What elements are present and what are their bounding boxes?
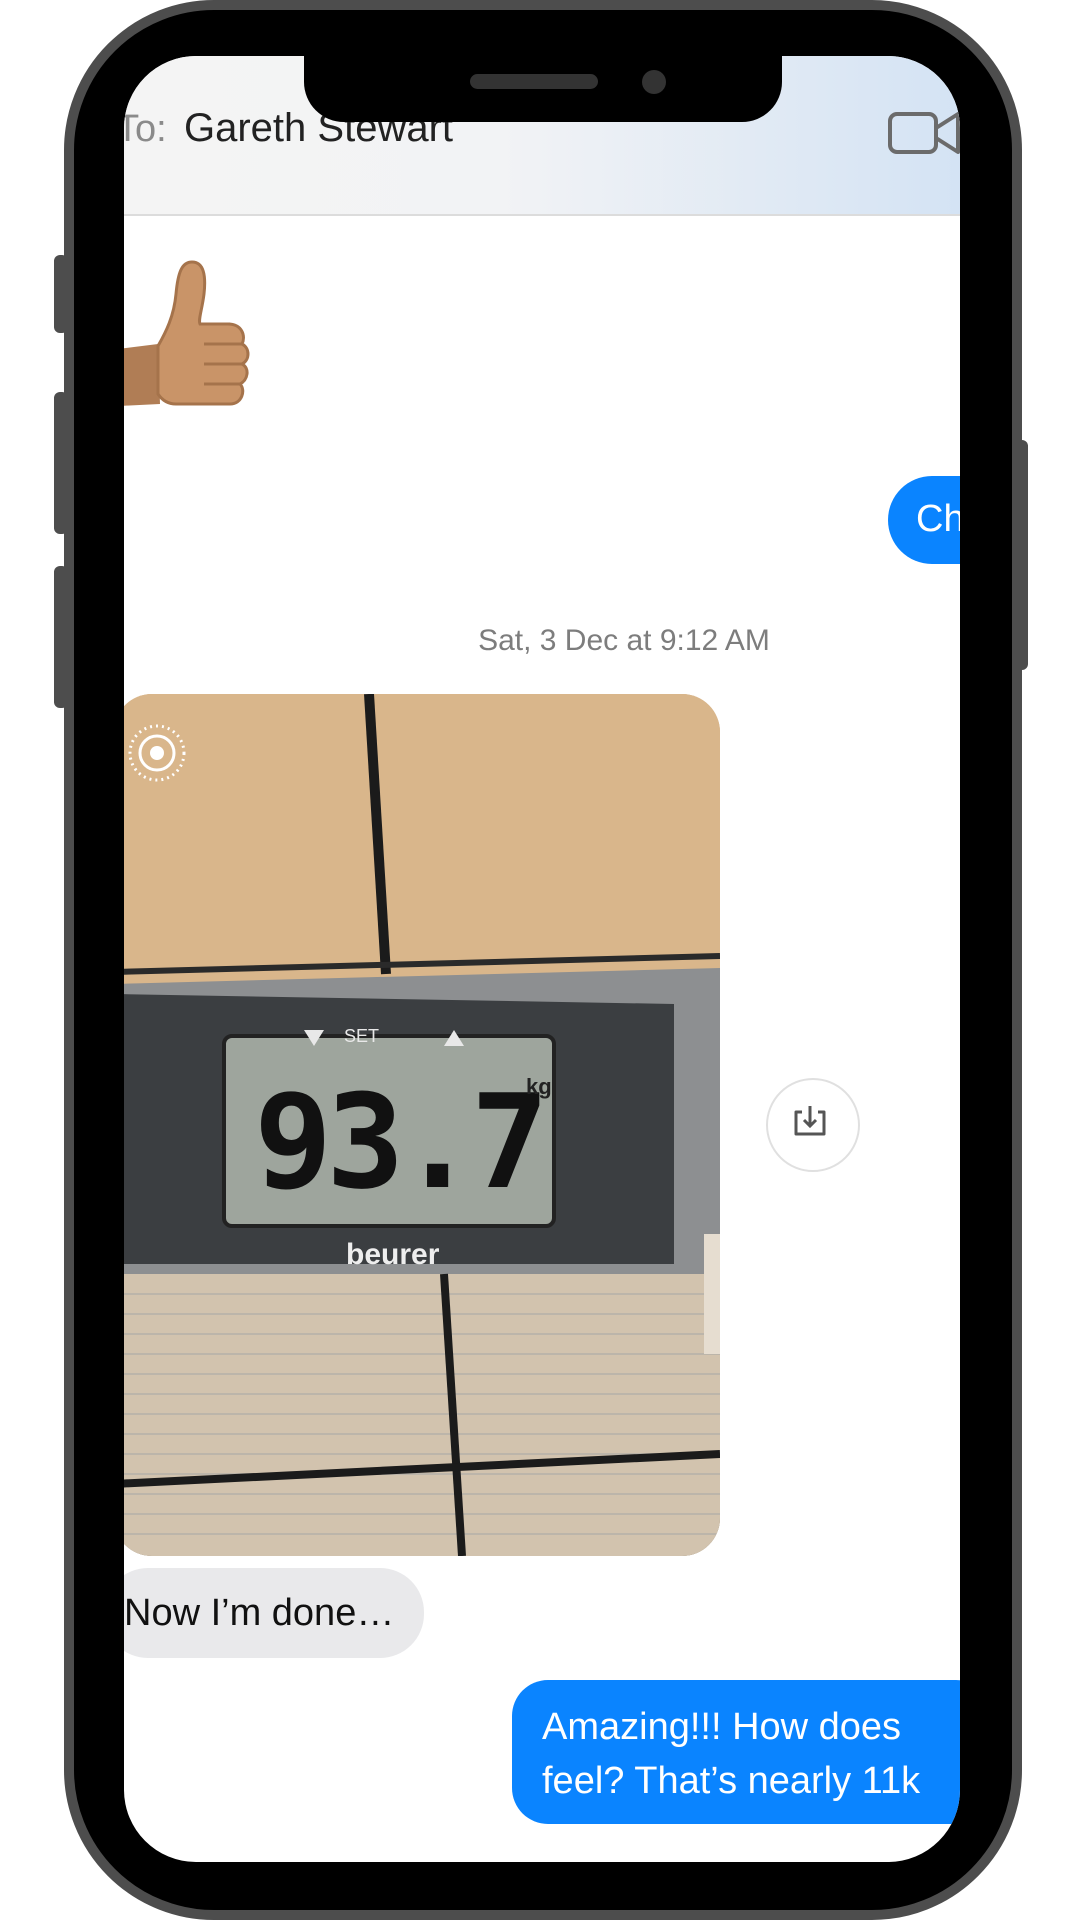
scale-weight-reading: 93.7 — [254, 1066, 549, 1218]
outgoing-message-bubble[interactable]: Ch — [888, 476, 960, 564]
live-photo-icon[interactable] — [126, 722, 188, 784]
scale-weight-unit: kg — [526, 1074, 552, 1099]
download-icon — [794, 1106, 826, 1136]
message-timestamp: Sat, 3 Dec at 9:12 AM — [478, 624, 770, 657]
front-camera — [642, 70, 666, 94]
to-label: To: — [124, 108, 167, 150]
outgoing-message-bubble[interactable]: Amazing!!! How does feel? That’s nearly … — [512, 1680, 960, 1824]
speaker — [470, 74, 598, 89]
incoming-message-bubble[interactable]: Now I’m done… — [124, 1568, 425, 1658]
message-text-line-2: feel? That’s nearly 11k — [542, 1760, 921, 1802]
message-text-line-1: Amazing!!! How does — [542, 1706, 902, 1748]
message-text: Now I’m done… — [124, 1592, 395, 1634]
scale-brand-label: beurer — [346, 1238, 440, 1271]
scale-set-label: SET — [344, 1026, 380, 1046]
notch — [304, 56, 782, 122]
attached-photo[interactable]: SET 93.7 kg beurer — [124, 694, 720, 1556]
message-text: Ch — [916, 498, 960, 540]
phone-screen: To: Gareth Stewart Ch Sat, 3 Dec at 9:12… — [124, 56, 960, 1862]
save-photo-button[interactable] — [766, 1078, 860, 1172]
thumbs-up-icon[interactable] — [124, 254, 258, 424]
video-camera-icon[interactable] — [888, 108, 960, 158]
